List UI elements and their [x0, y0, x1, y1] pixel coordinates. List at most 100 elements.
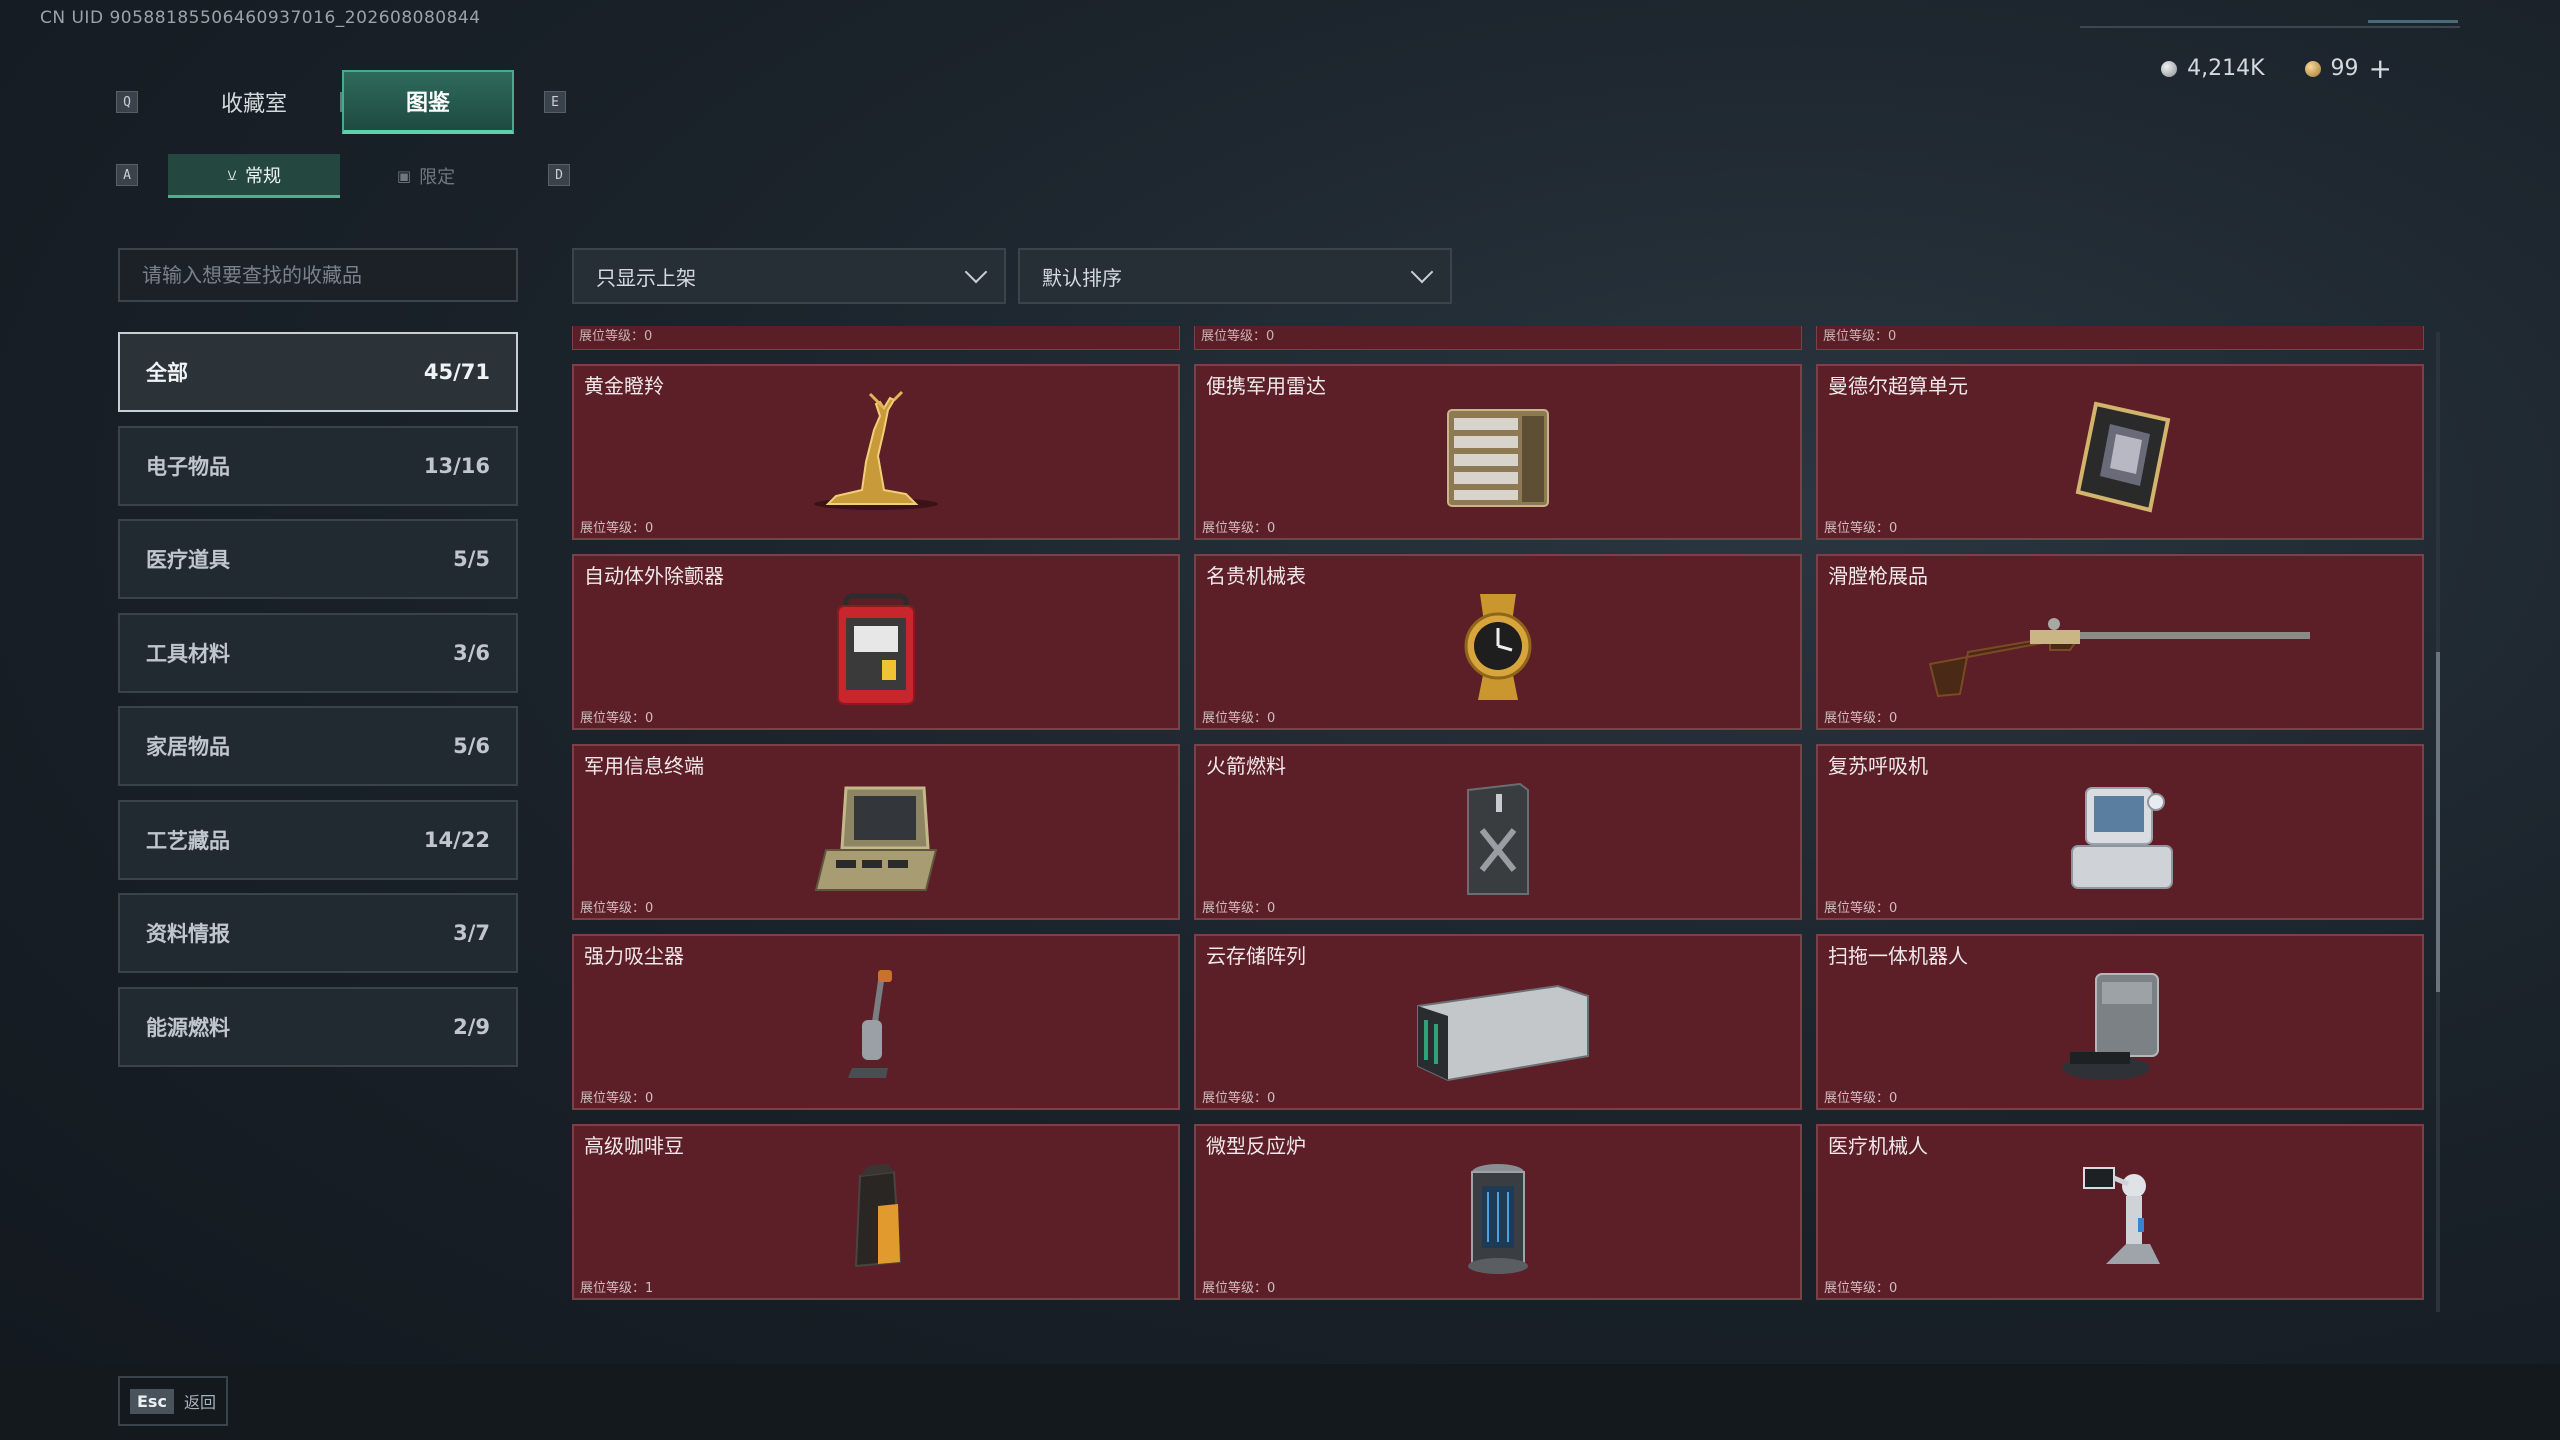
- display-level: 展位等级：0: [580, 521, 654, 536]
- search-input[interactable]: [140, 262, 516, 288]
- collectible-card[interactable]: 强力吸尘器 展位等级：0: [572, 934, 1180, 1110]
- tab-catalog[interactable]: 图鉴: [342, 70, 514, 134]
- grid-scrollbar[interactable]: [2436, 332, 2440, 1312]
- collectible-card[interactable]: 黄金瞪羚 展位等级：0: [572, 364, 1180, 540]
- currency-bar: 4,214K 99 +: [2161, 54, 2392, 82]
- chevron-down-icon: [964, 260, 988, 284]
- collectible-name: 强力吸尘器: [584, 944, 684, 968]
- back-label: 返回: [183, 1393, 216, 1412]
- watch-icon: [1388, 576, 1608, 710]
- category-count: 14/22: [423, 827, 490, 852]
- category-intel[interactable]: 资料情报 3/7: [118, 893, 518, 973]
- key-hint-e: E: [544, 91, 566, 113]
- category-label: 电子物品: [146, 454, 230, 479]
- subtab-limited[interactable]: ▣ 限定: [340, 154, 512, 198]
- partial-card[interactable]: 展位等级：0: [1816, 326, 2424, 350]
- key-hint-d: D: [548, 164, 570, 186]
- collectible-card[interactable]: 名贵机械表 展位等级：0: [1194, 554, 1802, 730]
- category-tools[interactable]: 工具材料 3/6: [118, 612, 518, 693]
- category-count: 13/16: [423, 453, 490, 478]
- collectible-name: 医疗机械人: [1828, 1134, 1928, 1158]
- category-label: 家居物品: [146, 735, 230, 759]
- collectible-name: 便携军用雷达: [1206, 374, 1326, 398]
- robot-mop-icon: [2010, 956, 2230, 1090]
- display-level: 展位等级：0: [1202, 521, 1276, 536]
- collectible-name: 滑膛枪展品: [1828, 564, 1928, 588]
- back-button[interactable]: Esc 返回: [118, 1376, 228, 1426]
- display-level: 展位等级：0: [1824, 901, 1898, 916]
- medical-robot-icon: [2010, 1146, 2230, 1280]
- collectible-name: 黄金瞪羚: [584, 374, 664, 398]
- collectible-card[interactable]: 便携军用雷达 展位等级：0: [1194, 364, 1802, 540]
- reactor-icon: [1388, 1146, 1608, 1280]
- collectible-card[interactable]: 火箭燃料 展位等级：0: [1194, 744, 1802, 920]
- collectible-card[interactable]: 医疗机械人 展位等级：0: [1816, 1124, 2424, 1300]
- display-level: 展位等级：0: [580, 901, 654, 916]
- category-label: 能源燃料: [146, 1015, 230, 1040]
- collectible-card[interactable]: 云存储阵列 展位等级：0: [1194, 934, 1802, 1110]
- gold-gazelle-icon: [766, 386, 986, 520]
- subtab-regular[interactable]: ⚺ 常规: [168, 154, 340, 198]
- key-hint-q: Q: [116, 91, 138, 113]
- display-filter-dropdown[interactable]: 只显示上架: [572, 248, 1006, 304]
- category-label: 资料情报: [146, 922, 230, 946]
- collectible-grid: 展位等级：0 展位等级：0 展位等级：0 黄金瞪羚 展位等级：0 便携军用雷达 …: [572, 326, 2426, 1300]
- category-all[interactable]: 全部 45/71: [118, 332, 518, 412]
- category-label: 医疗道具: [146, 548, 230, 572]
- partial-card[interactable]: 展位等级：0: [1194, 326, 1802, 350]
- terminal-icon: [766, 766, 986, 900]
- radar-icon: [1388, 386, 1608, 520]
- collectible-card[interactable]: 滑膛枪展品 展位等级：0: [1816, 554, 2424, 730]
- display-level: 展位等级：1: [580, 1281, 654, 1296]
- display-level: 展位等级：0: [580, 711, 654, 726]
- vacuum-icon: [766, 956, 986, 1090]
- subtab-limited-label: 限定: [419, 167, 456, 188]
- display-level: 展位等级：0: [1202, 1091, 1276, 1106]
- collectible-card[interactable]: 复苏呼吸机 展位等级：0: [1816, 744, 2424, 920]
- collectible-name: 曼德尔超算单元: [1828, 374, 1968, 398]
- musket-icon: [1920, 576, 2320, 710]
- collectible-name: 自动体外除颤器: [584, 564, 724, 588]
- tab-collection-room[interactable]: 收藏室: [168, 70, 340, 134]
- image-icon: ▣: [396, 167, 412, 185]
- display-level: 展位等级：0: [1824, 521, 1898, 536]
- display-filter-value: 只显示上架: [596, 265, 696, 290]
- scrollbar-thumb[interactable]: [2436, 652, 2440, 992]
- defibrillator-icon: [766, 576, 986, 710]
- collectible-name: 军用信息终端: [584, 754, 704, 778]
- category-household[interactable]: 家居物品 5/6: [118, 706, 518, 786]
- category-count: 5/5: [453, 547, 490, 571]
- search-box: [118, 248, 518, 302]
- bottle-icon: ⚺: [227, 165, 237, 184]
- key-hint-a: A: [116, 164, 138, 186]
- display-level: 展位等级：0: [1202, 901, 1276, 916]
- collectible-card[interactable]: 军用信息终端 展位等级：0: [572, 744, 1180, 920]
- category-crafts[interactable]: 工艺藏品 14/22: [118, 799, 518, 880]
- category-label: 全部: [146, 361, 188, 385]
- partial-card[interactable]: 展位等级：0: [572, 326, 1180, 350]
- category-electronics[interactable]: 电子物品 13/16: [118, 425, 518, 506]
- collectible-card[interactable]: 自动体外除颤器 展位等级：0: [572, 554, 1180, 730]
- category-list: 全部 45/71 电子物品 13/16 医疗道具 5/5 工具材料 3/6 家居物品 5/…: [118, 332, 518, 1080]
- silver-coin-icon: [2161, 60, 2178, 77]
- cpu-icon: [2010, 386, 2230, 520]
- top-decoration-accent: [2368, 20, 2458, 23]
- collectible-card[interactable]: 曼德尔超算单元 展位等级：0: [1816, 364, 2424, 540]
- collectible-card[interactable]: 微型反应炉 展位等级：0: [1194, 1124, 1802, 1300]
- collectible-name: 云存储阵列: [1206, 944, 1306, 968]
- sort-dropdown[interactable]: 默认排序: [1018, 248, 1452, 304]
- display-level: 展位等级：0: [1824, 1091, 1898, 1106]
- display-level: 展位等级：0: [1824, 1281, 1898, 1296]
- uid-label: CN UID 905881855064609370​16_20260808084…: [40, 8, 481, 28]
- category-count: 3/6: [453, 640, 490, 665]
- collectible-name: 微型反应炉: [1206, 1134, 1306, 1158]
- sort-value: 默认排序: [1042, 265, 1122, 290]
- category-fuel[interactable]: 能源燃料 2/9: [118, 986, 518, 1067]
- collectible-card[interactable]: 扫拖一体机器人 展位等级：0: [1816, 934, 2424, 1110]
- display-level: 展位等级：0: [1824, 711, 1898, 726]
- collectible-card[interactable]: 高级咖啡豆 展位等级：1: [572, 1124, 1180, 1300]
- category-medical[interactable]: 医疗道具 5/5: [118, 519, 518, 599]
- collectible-name: 名贵机械表: [1206, 564, 1306, 588]
- sub-tabs: ⚺ 常规 ▣ 限定: [168, 154, 512, 198]
- add-currency-button[interactable]: +: [2369, 54, 2392, 82]
